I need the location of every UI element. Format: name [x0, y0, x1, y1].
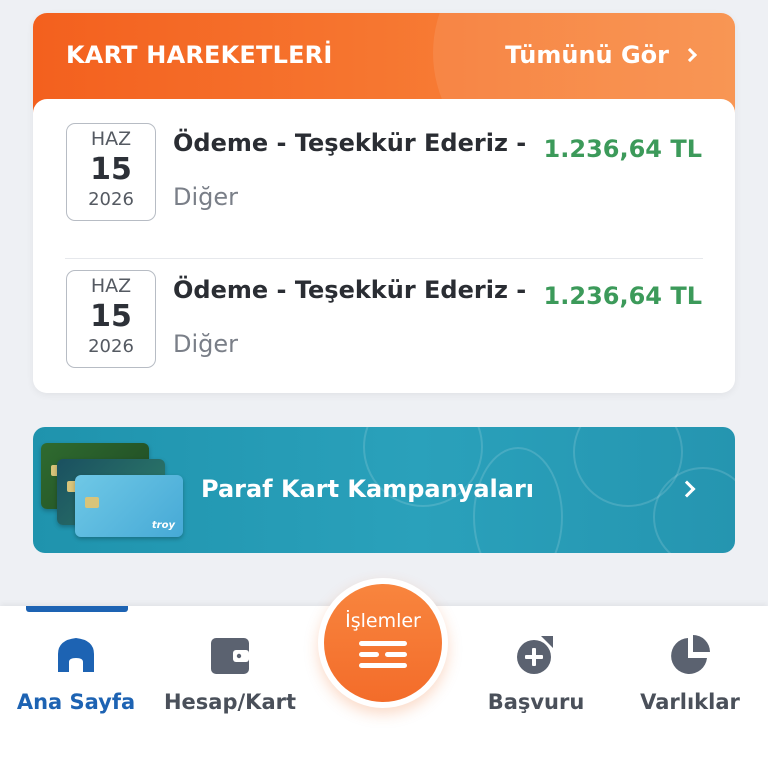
transaction-list: HAZ 15 2026 Ödeme - Teşekkür Ederiz - Di… — [33, 99, 735, 393]
card-movements-title: KART HAREKETLERİ — [66, 41, 333, 69]
add-document-icon — [517, 636, 553, 674]
date-month: HAZ — [90, 275, 132, 297]
transaction-row[interactable]: HAZ 15 2026 Ödeme - Teşekkür Ederiz - Di… — [33, 270, 735, 390]
see-all-link[interactable]: Tümünü Gör — [505, 41, 698, 69]
transactions-fab[interactable]: İşlemler — [324, 584, 442, 702]
fab-label: İşlemler — [345, 610, 421, 632]
card-movements-panel: KART HAREKETLERİ Tümünü Gör HAZ 15 2026 … — [33, 13, 735, 393]
pie-chart-icon — [671, 635, 710, 674]
transaction-category: Diğer — [173, 183, 239, 211]
card-brand-label: troy — [151, 520, 175, 531]
chevron-right-icon — [682, 47, 698, 63]
home-icon — [58, 638, 94, 672]
credit-card-icon: troy — [75, 475, 183, 537]
transaction-category: Diğer — [173, 330, 239, 358]
card-movements-header: KART HAREKETLERİ Tümünü Gör — [33, 13, 735, 113]
date-day: 15 — [90, 152, 132, 187]
credit-cards-image: troy — [41, 443, 183, 539]
wallet-icon — [211, 638, 249, 674]
active-tab-indicator — [26, 606, 128, 612]
transaction-amount: 1.236,64 TL — [543, 135, 702, 163]
nav-item-label: Başvuru — [487, 690, 585, 714]
transactions-icon — [359, 641, 407, 668]
date-day: 15 — [90, 299, 132, 334]
paraf-campaigns-banner[interactable]: troy Paraf Kart Kampanyaları — [33, 427, 735, 553]
nav-item-home[interactable]: Ana Sayfa — [1, 632, 151, 714]
nav-item-account-card[interactable]: Hesap/Kart — [155, 632, 305, 714]
date-badge: HAZ 15 2026 — [66, 270, 156, 368]
date-badge: HAZ 15 2026 — [66, 123, 156, 221]
chevron-right-icon — [678, 480, 696, 498]
banner-chevron — [678, 480, 696, 499]
divider — [65, 258, 703, 259]
transaction-row[interactable]: HAZ 15 2026 Ödeme - Teşekkür Ederiz - Di… — [33, 123, 735, 243]
transaction-amount: 1.236,64 TL — [543, 282, 702, 310]
nav-item-assets[interactable]: Varlıklar — [615, 632, 765, 714]
nav-item-label: Hesap/Kart — [163, 690, 297, 714]
transaction-title: Ödeme - Teşekkür Ederiz - — [173, 129, 527, 157]
nav-item-label: Varlıklar — [640, 690, 740, 714]
banner-label: Paraf Kart Kampanyaları — [201, 475, 535, 503]
see-all-label: Tümünü Gör — [505, 41, 669, 69]
date-year: 2026 — [88, 189, 134, 210]
date-year: 2026 — [88, 336, 134, 357]
transaction-title: Ödeme - Teşekkür Ederiz - — [173, 276, 527, 304]
nav-item-application[interactable]: Başvuru — [461, 632, 611, 714]
nav-item-label: Ana Sayfa — [16, 690, 136, 714]
date-month: HAZ — [90, 128, 132, 150]
